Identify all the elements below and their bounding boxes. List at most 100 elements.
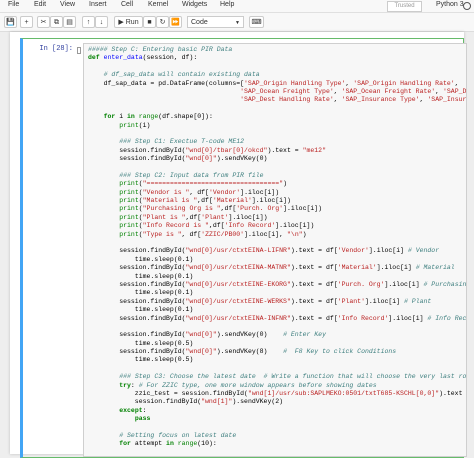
menu-help[interactable]: Help: [220, 1, 234, 8]
code-token: ].iloc[i]: [368, 247, 408, 255]
code-token: df_sap_data = pd.DataFrame(columns=[: [88, 79, 245, 87]
code-token: ].iloc[i]): [283, 205, 323, 213]
command-palette-button[interactable]: ⌨: [249, 16, 264, 28]
restart-button[interactable]: ↻: [156, 16, 169, 28]
code-token: (session, df):: [142, 54, 198, 62]
code-token: print: [119, 230, 139, 238]
move-up-button[interactable]: ↑: [82, 16, 95, 28]
code-token: ### Step C2: Input data from PIR file: [119, 171, 264, 179]
code-token: print: [119, 213, 139, 221]
cut-button[interactable]: ✂: [37, 16, 50, 28]
code-token: ): [302, 230, 307, 238]
interrupt-button[interactable]: ■: [143, 16, 156, 28]
code-token: 'Material': [212, 197, 252, 205]
code-token: "wnd[1]": [201, 398, 233, 406]
notebook-container: In [28]: ##### Step C: Entering basic PI…: [10, 32, 467, 458]
code-token: ): [283, 180, 287, 188]
code-token: zzic_test = session.findById(: [88, 390, 248, 398]
code-token: ,: [333, 87, 342, 95]
code-line: for i in range(df.shape[0]):: [88, 113, 466, 121]
code-token: ).text =: [267, 146, 303, 154]
code-line: print(i): [88, 122, 466, 130]
code-editor[interactable]: ##### Step C: Entering basic PIR Data def…: [83, 43, 467, 457]
trusted-indicator[interactable]: Trusted: [387, 1, 422, 12]
code-token: time.sleep(0.5): [88, 356, 194, 364]
code-token: "wnd[0]/tbar[0]/okcd": [185, 146, 268, 154]
menu-file[interactable]: File: [8, 1, 19, 8]
code-token: session.findById(: [88, 280, 186, 288]
insert-cell-button[interactable]: +: [20, 16, 33, 28]
restart-run-all-button[interactable]: ⏩: [169, 16, 182, 28]
code-token: # F8 Key to click Conditions: [283, 348, 397, 356]
code-token: 'Purch. Org': [236, 205, 284, 213]
code-token: ].iloc[i]): [240, 188, 280, 196]
code-token: ].iloc[i]: [364, 297, 404, 305]
code-line: session.findById("wnd[0]").sendVKey(0): [88, 155, 466, 163]
collapse-handle[interactable]: [77, 47, 81, 54]
code-token: session.findById(: [88, 398, 202, 406]
code-token: print: [119, 121, 139, 129]
code-token: ,df[: [208, 222, 225, 230]
code-line: session.findById("wnd[0]/usr/ctxtEINA-MA…: [88, 264, 466, 272]
code-token: ].iloc[i]: [388, 314, 428, 322]
menu-view[interactable]: View: [60, 1, 75, 8]
code-token: in: [127, 113, 139, 121]
cell-type-select[interactable]: Code ▼: [187, 16, 244, 28]
code-token: "wnd[1]/usr/sub:SAPLMEKO:0501/txtT685-KS…: [247, 390, 440, 398]
code-line: session.findById("wnd[0]/usr/ctxtEINE-EK…: [88, 281, 466, 289]
code-token: print: [119, 180, 139, 188]
menu-kernel[interactable]: Kernel: [148, 1, 168, 8]
code-token: 'ZZIC/PB00': [201, 230, 245, 238]
cell-type-value: Code: [191, 19, 208, 26]
code-token: 'SAP_Origin Handling Type': [244, 79, 346, 87]
code-token: print: [119, 188, 139, 196]
save-button[interactable]: 💾: [4, 16, 17, 28]
code-token: 'Vendor': [337, 247, 369, 255]
copy-button[interactable]: ⧉: [50, 16, 63, 28]
code-line: session.findById("wnd[0]/usr/ctxtEINA-IN…: [88, 315, 466, 323]
code-token: "wnd[0]": [185, 348, 217, 356]
code-token: in: [166, 440, 178, 448]
menu-widgets[interactable]: Widgets: [182, 1, 207, 8]
code-token: time.sleep(0.1): [88, 289, 194, 297]
paste-button[interactable]: ▤: [63, 16, 76, 28]
menu-insert[interactable]: Insert: [89, 1, 107, 8]
code-cell[interactable]: In [28]: ##### Step C: Entering basic PI…: [20, 38, 467, 458]
plus-icon: +: [24, 19, 29, 26]
menu-cell[interactable]: Cell: [121, 1, 133, 8]
run-button[interactable]: ▶ Run: [114, 16, 143, 28]
code-token: ].iloc[i]: [384, 280, 424, 288]
code-token: ].iloc[i]): [251, 197, 291, 205]
code-token: ).sendVKey(2): [232, 398, 284, 406]
code-token: # For ZZIC type, one more window appears…: [138, 381, 377, 389]
code-line: session.findById("wnd[0]").sendVKey(8) #…: [88, 348, 466, 356]
code-text[interactable]: ##### Step C: Entering basic PIR Data def…: [84, 44, 466, 449]
code-line: # Setting focus on latest date: [88, 432, 466, 440]
code-token: time.sleep(0.1): [88, 272, 194, 280]
code-token: 'SAP_Dest Han: [443, 87, 467, 95]
code-token: 'SAP_Insurance Type': [341, 96, 420, 104]
code-token: , df[: [181, 230, 202, 238]
kernel-name: Python 3: [436, 1, 464, 8]
save-icon: 💾: [6, 19, 15, 26]
code-token: for: [103, 113, 120, 121]
code-token: 'SAP_Ocean Freight Type': [240, 87, 334, 95]
code-line: print("=================================…: [88, 180, 466, 188]
move-down-button[interactable]: ↓: [95, 16, 108, 28]
menu-edit[interactable]: Edit: [34, 1, 46, 8]
code-line: except:: [88, 407, 466, 415]
code-token: ).text = df[: [290, 264, 338, 272]
code-line: ### Step C2: Input data from PIR file: [88, 172, 466, 180]
fast-forward-icon: ⏩: [171, 19, 180, 26]
